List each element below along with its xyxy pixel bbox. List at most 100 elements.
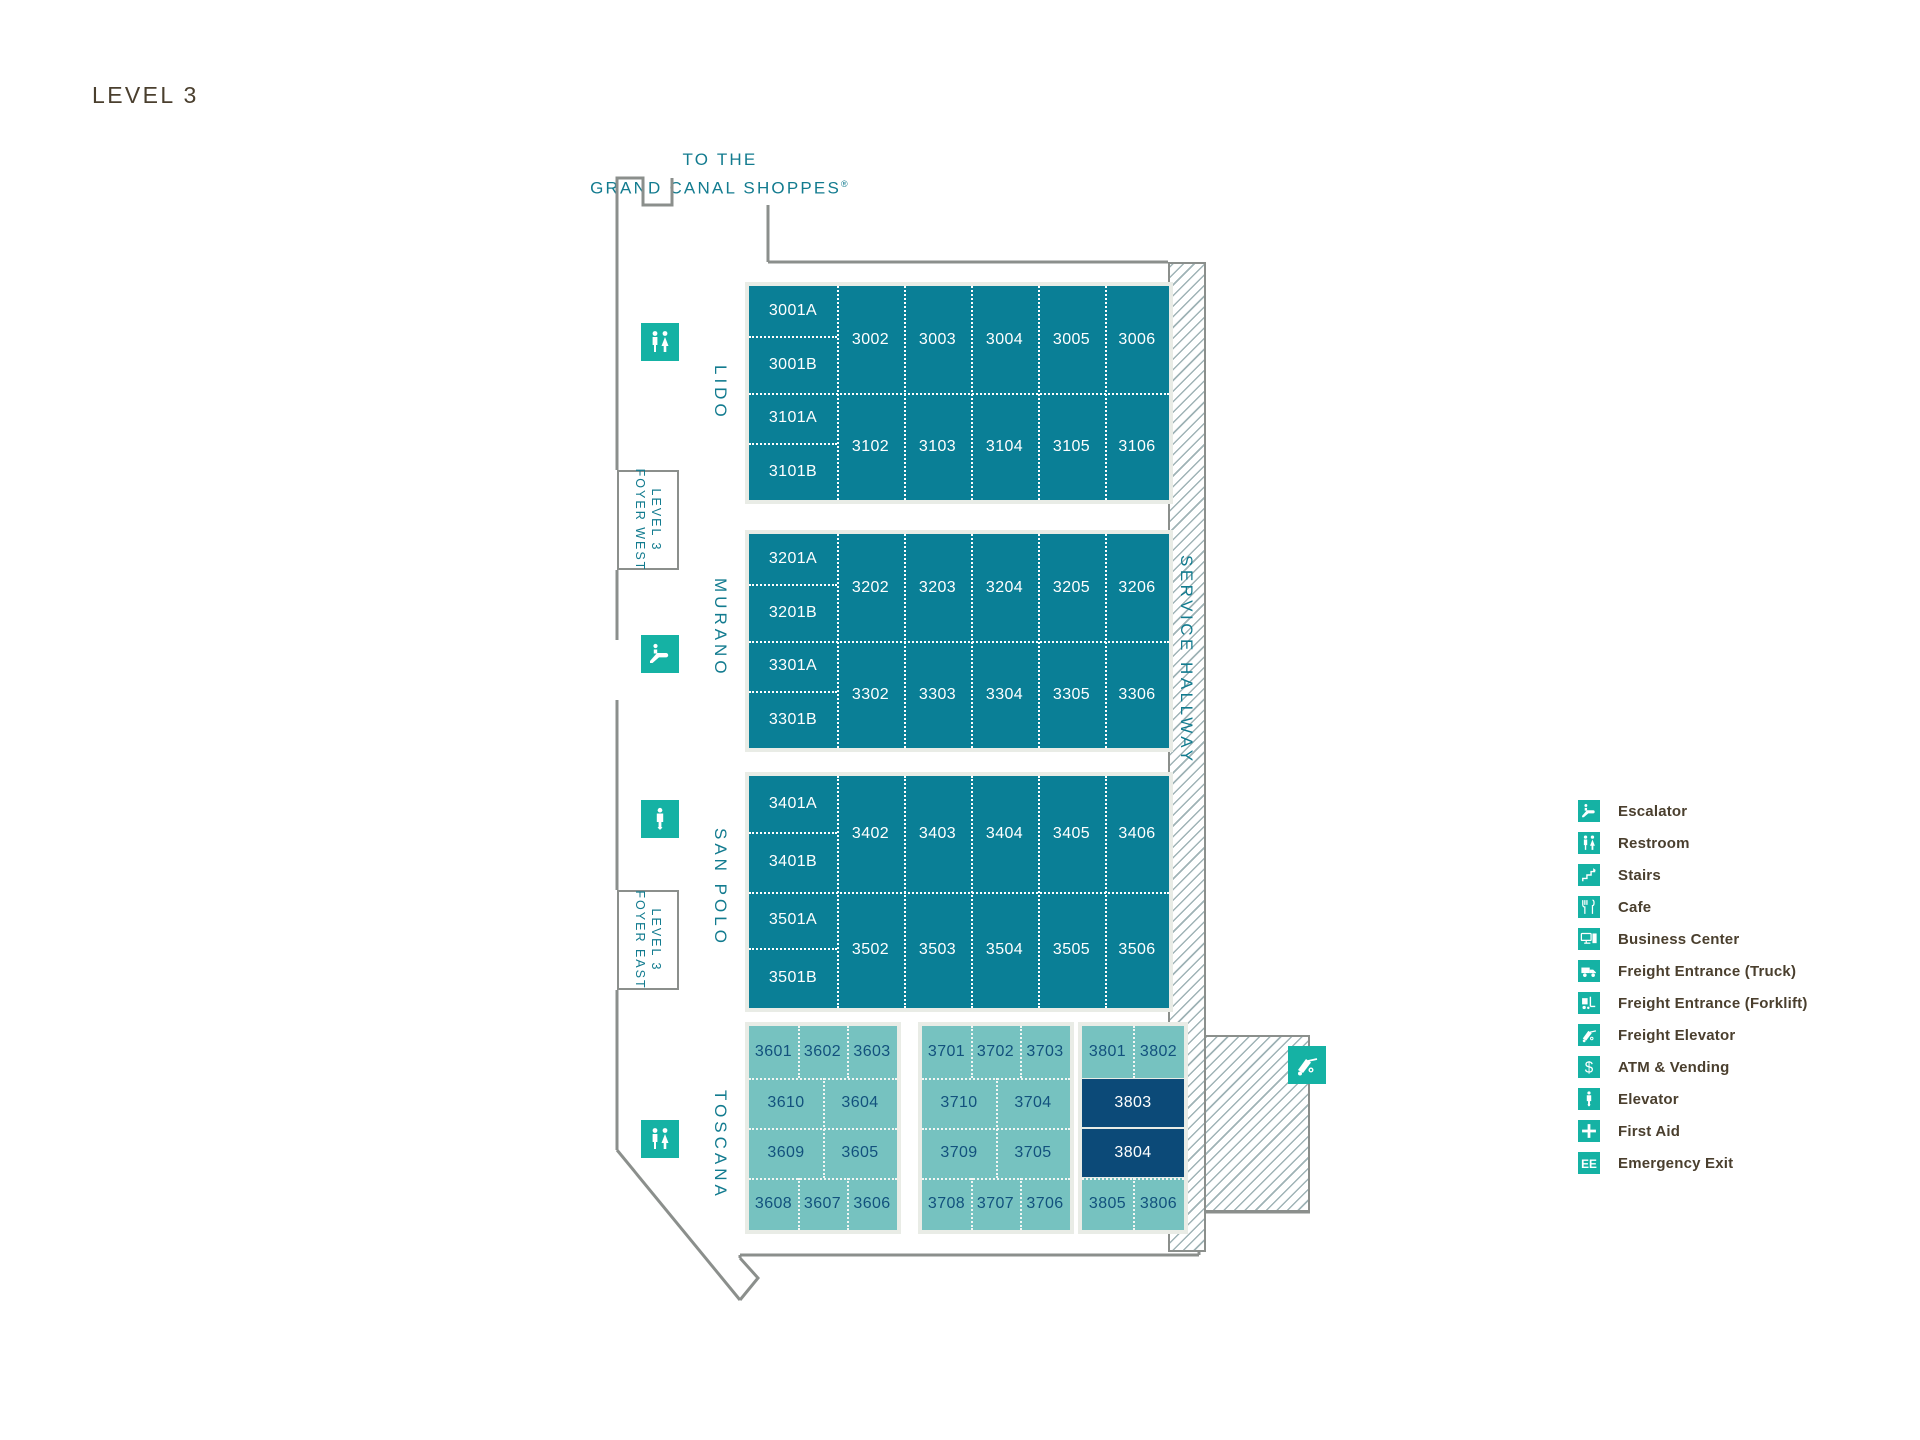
restroom-icon [652, 1128, 669, 1149]
legend-item-business-center[interactable]: Business Center [1578, 923, 1808, 955]
room-3205[interactable]: 3205 [1038, 534, 1105, 641]
room-3306[interactable]: 3306 [1105, 641, 1169, 748]
room-3801[interactable]: 3801 [1082, 1026, 1133, 1078]
room-3803[interactable]: 3803 [1082, 1079, 1184, 1127]
room-3406[interactable]: 3406 [1105, 776, 1169, 892]
room-3705[interactable]: 3705 [996, 1128, 1070, 1178]
legend-item-stairs[interactable]: Stairs [1578, 859, 1808, 891]
foyer-east[interactable]: LEVEL 3 FOYER EAST [617, 890, 679, 990]
room-3404[interactable]: 3404 [971, 776, 1038, 892]
map-escalator-mid[interactable] [641, 635, 679, 673]
room-3203[interactable]: 3203 [904, 534, 971, 641]
room-3204[interactable]: 3204 [971, 534, 1038, 641]
room-3206[interactable]: 3206 [1105, 534, 1169, 641]
room-3706[interactable]: 3706 [1020, 1178, 1070, 1230]
room-3607[interactable]: 3607 [798, 1178, 847, 1230]
map-restroom-north[interactable] [641, 323, 679, 361]
room-3504[interactable]: 3504 [971, 892, 1038, 1008]
room-3301B[interactable]: 3301B [749, 691, 837, 748]
map-elevator-mid[interactable] [641, 800, 679, 838]
room-3103[interactable]: 3103 [904, 393, 971, 500]
business-center-icon [1578, 928, 1600, 950]
room-3703[interactable]: 3703 [1020, 1026, 1070, 1078]
room-3608[interactable]: 3608 [749, 1178, 798, 1230]
legend-item-restroom[interactable]: Restroom [1578, 827, 1808, 859]
legend-item-emergency-exit[interactable]: EE Emergency Exit [1578, 1147, 1808, 1179]
room-3610[interactable]: 3610 [749, 1078, 823, 1128]
stairs-icon [1578, 864, 1600, 886]
room-3804[interactable]: 3804 [1082, 1129, 1184, 1177]
room-3003[interactable]: 3003 [904, 286, 971, 393]
room-3301A[interactable]: 3301A [749, 641, 837, 691]
room-3202[interactable]: 3202 [837, 534, 904, 641]
room-3005[interactable]: 3005 [1038, 286, 1105, 393]
room-3501A[interactable]: 3501A [749, 892, 837, 948]
room-3304[interactable]: 3304 [971, 641, 1038, 748]
room-3101A[interactable]: 3101A [749, 393, 837, 443]
divider [798, 1026, 800, 1078]
room-3805[interactable]: 3805 [1082, 1178, 1133, 1230]
room-3201B[interactable]: 3201B [749, 584, 837, 641]
room-3704[interactable]: 3704 [996, 1078, 1070, 1128]
room-3609[interactable]: 3609 [749, 1128, 823, 1178]
room-3105[interactable]: 3105 [1038, 393, 1105, 500]
room-3102[interactable]: 3102 [837, 393, 904, 500]
room-3806[interactable]: 3806 [1133, 1178, 1184, 1230]
map-freight-elevator-dock[interactable] [1288, 1046, 1326, 1084]
foyer-west[interactable]: LEVEL 3 FOYER WEST [617, 469, 679, 572]
block-toscana-36: 3601 3602 3603 3610 3604 3609 3605 3608 … [745, 1022, 901, 1234]
room-3802[interactable]: 3802 [1133, 1026, 1184, 1078]
room-3001B[interactable]: 3001B [749, 336, 837, 393]
room-3001A[interactable]: 3001A [749, 286, 837, 336]
legend-item-first-aid[interactable]: First Aid [1578, 1115, 1808, 1147]
room-3701[interactable]: 3701 [922, 1026, 971, 1078]
room-3505[interactable]: 3505 [1038, 892, 1105, 1008]
divider [749, 443, 837, 445]
room-3501B[interactable]: 3501B [749, 948, 837, 1008]
legend-item-freight-truck[interactable]: Freight Entrance (Truck) [1578, 955, 1808, 987]
room-3605[interactable]: 3605 [823, 1128, 897, 1178]
room-3303[interactable]: 3303 [904, 641, 971, 748]
legend-item-freight-forklift[interactable]: Freight Entrance (Forklift) [1578, 987, 1808, 1019]
map-restroom-south[interactable] [641, 1120, 679, 1158]
room-3602[interactable]: 3602 [798, 1026, 847, 1078]
legend-item-atm-vending[interactable]: $ ATM & Vending [1578, 1051, 1808, 1083]
room-3503[interactable]: 3503 [904, 892, 971, 1008]
room-3106[interactable]: 3106 [1105, 393, 1169, 500]
block-toscana-37: 3701 3702 3703 3710 3704 3709 3705 3708 … [918, 1022, 1074, 1234]
room-3201A[interactable]: 3201A [749, 534, 837, 584]
legend-item-elevator[interactable]: Elevator [1578, 1083, 1808, 1115]
room-3002[interactable]: 3002 [837, 286, 904, 393]
divider [1082, 1178, 1184, 1180]
room-3401A[interactable]: 3401A [749, 776, 837, 832]
room-3710[interactable]: 3710 [922, 1078, 996, 1128]
room-3104[interactable]: 3104 [971, 393, 1038, 500]
divider [749, 948, 837, 950]
room-3502[interactable]: 3502 [837, 892, 904, 1008]
room-3601[interactable]: 3601 [749, 1026, 798, 1078]
room-3004[interactable]: 3004 [971, 286, 1038, 393]
escalator-icon [1578, 800, 1600, 822]
room-3603[interactable]: 3603 [847, 1026, 897, 1078]
room-3709[interactable]: 3709 [922, 1128, 996, 1178]
legend-item-cafe[interactable]: Cafe [1578, 891, 1808, 923]
divider [847, 1178, 849, 1230]
legend-item-escalator[interactable]: Escalator [1578, 795, 1808, 827]
room-3402[interactable]: 3402 [837, 776, 904, 892]
room-3405[interactable]: 3405 [1038, 776, 1105, 892]
room-3305[interactable]: 3305 [1038, 641, 1105, 748]
room-3101B[interactable]: 3101B [749, 443, 837, 500]
legend-item-freight-elevator[interactable]: Freight Elevator [1578, 1019, 1808, 1051]
room-3403[interactable]: 3403 [904, 776, 971, 892]
room-3506[interactable]: 3506 [1105, 892, 1169, 1008]
room-3604[interactable]: 3604 [823, 1078, 897, 1128]
room-3708[interactable]: 3708 [922, 1178, 971, 1230]
room-3702[interactable]: 3702 [971, 1026, 1020, 1078]
room-3606[interactable]: 3606 [847, 1178, 897, 1230]
foyer-west-label: LEVEL 3 FOYER WEST [632, 469, 664, 572]
room-3707[interactable]: 3707 [971, 1178, 1020, 1230]
elevator-icon [656, 807, 664, 830]
room-3006[interactable]: 3006 [1105, 286, 1169, 393]
room-3302[interactable]: 3302 [837, 641, 904, 748]
room-3401B[interactable]: 3401B [749, 832, 837, 892]
